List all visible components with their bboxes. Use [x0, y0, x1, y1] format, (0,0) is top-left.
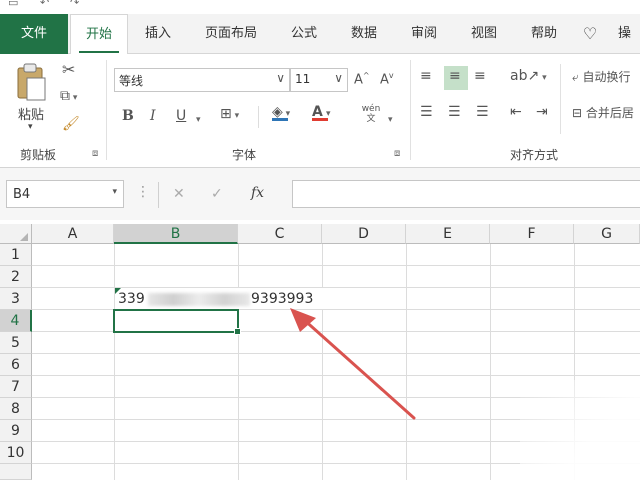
fade-overlay	[520, 380, 640, 480]
